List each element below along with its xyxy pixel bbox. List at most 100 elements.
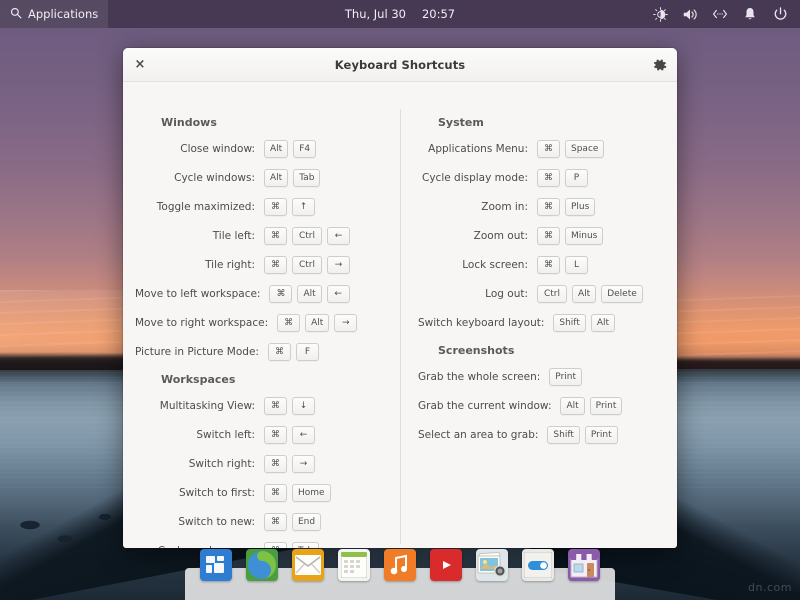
shortcut-row: Switch left:⌘← — [135, 425, 384, 444]
dock-item-music[interactable] — [381, 559, 419, 597]
shortcut-label: Close window: — [180, 143, 255, 155]
power-icon[interactable] — [772, 6, 788, 22]
section-heading-workspaces: Workspaces — [161, 373, 384, 386]
key-cap: ⌘ — [264, 484, 287, 502]
shortcut-label: Switch left: — [196, 429, 255, 441]
panel-time[interactable]: 20:57 — [422, 7, 455, 21]
shortcut-label: Select an area to grab: — [418, 429, 538, 441]
key-cap: Tab — [293, 169, 320, 187]
mail-icon — [292, 549, 324, 581]
key-cap: ⌘ — [264, 227, 287, 245]
shortcuts-column-left: WindowsClose window:AltF4Cycle windows:A… — [123, 96, 400, 548]
key-cap: End — [292, 513, 321, 531]
panel-date[interactable]: Thu, Jul 30 — [345, 7, 406, 21]
shortcut-row: Close window: AltF4 — [135, 139, 384, 158]
key-cap: Print — [549, 368, 582, 386]
shortcut-row: Switch to first:⌘Home — [135, 483, 384, 502]
shortcut-keys: ⌘ Home — [264, 484, 384, 502]
dock-item-settings[interactable] — [519, 559, 557, 597]
keyboard-shortcuts-dialog: × Keyboard Shortcuts Windows Close window… — [123, 48, 677, 548]
shortcut-row: Toggle maximized:⌘↑ — [135, 197, 384, 216]
shortcut-keys: AltF4 — [264, 140, 384, 158]
key-cap: ⌘ — [537, 140, 560, 158]
dock-item-multitasking-view[interactable] — [197, 559, 235, 597]
dock-item-calendar[interactable] — [335, 559, 373, 597]
watermark: dn.com — [748, 581, 792, 594]
key-cap: Alt — [297, 285, 321, 303]
shortcut-label: Zoom out: — [474, 230, 528, 242]
dock-item-photos[interactable] — [473, 559, 511, 597]
shortcut-label: Tile right: — [205, 259, 255, 271]
key-cap: Print — [585, 426, 618, 444]
shortcut-keys: ⌘Tab — [264, 542, 384, 549]
shortcut-row: Switch keyboard layout:ShiftAlt — [418, 313, 667, 332]
shortcut-label: Move to right workspace: — [135, 317, 268, 329]
applications-menu-button[interactable]: Applications — [0, 0, 108, 28]
key-cap: F — [296, 343, 319, 361]
dock-item-app-store[interactable] — [565, 559, 603, 597]
search-icon — [10, 7, 22, 22]
shortcut-label: Grab the whole screen: — [418, 371, 540, 383]
volume-icon[interactable] — [682, 6, 698, 22]
dialog-titlebar[interactable]: × Keyboard Shortcuts — [123, 48, 677, 82]
shortcut-row: Lock screen:⌘L — [418, 255, 667, 274]
app-store-icon — [568, 549, 600, 581]
shortcut-label: Tile left: — [213, 230, 255, 242]
top-panel: Applications Thu, Jul 30 20:57 — [0, 0, 800, 28]
key-cap: ⌘ — [268, 343, 291, 361]
dialog-body: WindowsClose window:AltF4Cycle windows:A… — [123, 82, 677, 548]
shortcut-row: Switch to new:⌘End — [135, 512, 384, 531]
shortcut-keys: ⌘↓ — [264, 397, 384, 415]
shortcut-keys: ⌘Ctrl→ — [264, 256, 384, 274]
section-heading-windows: Windows — [161, 116, 384, 129]
key-cap: Alt — [264, 169, 288, 187]
shortcut-keys: ⌘Plus — [537, 198, 667, 216]
shortcut-label: Switch right: — [189, 458, 255, 470]
shortcut-keys: ⌘L — [537, 256, 667, 274]
shortcut-row: Zoom out: ⌘Minus — [418, 226, 667, 245]
shortcut-keys: ⌘Minus — [537, 227, 667, 245]
shortcut-row: Switch right: ⌘→ — [135, 454, 384, 473]
shortcut-label: Multitasking View: — [160, 400, 255, 412]
shortcut-keys: ⌘Alt→ — [277, 314, 384, 332]
key-cap: ⌘ — [264, 256, 287, 274]
dialog-title: Keyboard Shortcuts — [123, 58, 677, 72]
key-cap: Ctrl — [292, 256, 322, 274]
shortcut-row: Multitasking View: ⌘↓ — [135, 396, 384, 415]
shortcut-keys: ⌘ Space — [537, 140, 667, 158]
key-cap: Home — [292, 484, 331, 502]
shortcut-keys: ⌘Alt← — [269, 285, 384, 303]
column-divider — [400, 109, 401, 544]
key-cap: F4 — [293, 140, 316, 158]
shortcut-row: Log out:CtrlAltDelete — [418, 284, 667, 303]
shortcut-row: Move to right workspace:⌘Alt→ — [135, 313, 384, 332]
shortcut-row: Grab the whole screen: Print — [418, 367, 667, 386]
shortcut-row: Cycle workspaces: ⌘Tab — [135, 541, 384, 548]
shortcut-row: Cycle display mode:⌘P — [418, 168, 667, 187]
key-cap: Space — [565, 140, 604, 158]
key-cap: → — [292, 455, 315, 473]
shortcut-row: Tile left:⌘Ctrl← — [135, 226, 384, 245]
shortcut-label: Switch to new: — [178, 516, 255, 528]
network-icon[interactable] — [712, 6, 728, 22]
shortcut-label: Grab the current window: — [418, 400, 551, 412]
notification-bell-icon[interactable] — [742, 6, 758, 22]
key-cap: → — [334, 314, 357, 332]
dock-item-web-browser[interactable] — [243, 559, 281, 597]
shortcut-label: Log out: — [485, 288, 528, 300]
shortcut-label: Cycle workspaces: — [158, 545, 255, 549]
key-cap: ← — [327, 285, 350, 303]
shortcut-keys: Print — [549, 368, 667, 386]
shortcut-row: Zoom in:⌘Plus — [418, 197, 667, 216]
key-cap: Alt — [305, 314, 329, 332]
key-cap: ↑ — [292, 198, 315, 216]
key-cap: ⌘ — [537, 169, 560, 187]
key-cap: Alt — [572, 285, 596, 303]
dock-item-mail[interactable] — [289, 559, 327, 597]
shortcut-keys: ⌘→ — [264, 455, 384, 473]
brightness-icon[interactable] — [652, 6, 668, 22]
dock-item-videos[interactable] — [427, 559, 465, 597]
key-cap: Alt — [560, 397, 584, 415]
calendar-icon — [338, 549, 370, 581]
shortcut-keys: ⌘↑ — [264, 198, 384, 216]
